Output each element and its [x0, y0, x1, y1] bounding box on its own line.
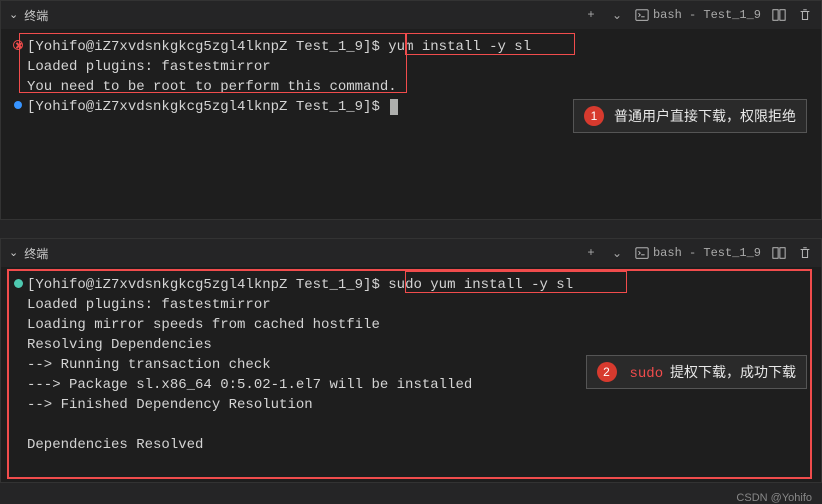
- command-text: yum install -y sl: [388, 39, 531, 55]
- output-line: Dependencies Resolved: [27, 435, 203, 455]
- split-terminal-button[interactable]: [771, 7, 787, 23]
- output-line: ---> Package sl.x86_64 0:5.02-1.el7 will…: [27, 375, 472, 395]
- output-line: You need to be root to perform this comm…: [27, 77, 397, 97]
- chevron-down-icon[interactable]: ⌄: [9, 246, 18, 260]
- shell-name[interactable]: bash - Test_1_9: [635, 8, 761, 22]
- output-line: --> Running transaction check: [27, 355, 271, 375]
- shell-name[interactable]: bash - Test_1_9: [635, 246, 761, 260]
- prompt: [Yohifo@iZ7xvdsnkgkcg5zgl4lknpZ Test_1_9…: [27, 39, 388, 55]
- prompt: [Yohifo@iZ7xvdsnkgkcg5zgl4lknpZ Test_1_9…: [27, 277, 388, 293]
- panel-title: 终端: [24, 7, 48, 24]
- output-line: Resolving Dependencies: [27, 335, 212, 355]
- cursor: [390, 99, 398, 115]
- new-terminal-button[interactable]: +: [583, 7, 599, 23]
- titlebar: ⌄ 终端 + ⌄ bash - Test_1_9: [1, 239, 821, 267]
- callout-number: 1: [584, 106, 604, 126]
- callout-number: 2: [597, 362, 617, 382]
- terminal-icon: [635, 8, 649, 22]
- terminal-icon: [635, 246, 649, 260]
- trash-icon[interactable]: [797, 245, 813, 261]
- callout-text: sudo 提权下载，成功下载: [627, 362, 797, 382]
- callout-2: 2 sudo 提权下载，成功下载: [586, 355, 808, 389]
- terminal-panel-1: ⌄ 终端 + ⌄ bash - Test_1_9 [Yohifo@iZ7xvds…: [0, 0, 822, 220]
- command-text: sudo yum install -y sl: [388, 277, 573, 293]
- sudo-keyword: sudo: [630, 366, 664, 382]
- split-terminal-button[interactable]: [771, 245, 787, 261]
- status-icon: [14, 279, 23, 288]
- terminal-panel-2: ⌄ 终端 + ⌄ bash - Test_1_9 [Yohifo@iZ7xvds…: [0, 238, 822, 483]
- dropdown-icon[interactable]: ⌄: [609, 245, 625, 261]
- status-icon: [14, 101, 22, 109]
- panel-title: 终端: [24, 245, 48, 262]
- chevron-down-icon[interactable]: ⌄: [9, 8, 18, 22]
- error-icon: [13, 40, 23, 50]
- callout-text: 普通用户直接下载，权限拒绝: [614, 106, 796, 126]
- titlebar: ⌄ 终端 + ⌄ bash - Test_1_9: [1, 1, 821, 29]
- dropdown-icon[interactable]: ⌄: [609, 7, 625, 23]
- trash-icon[interactable]: [797, 7, 813, 23]
- output-line: --> Finished Dependency Resolution: [27, 395, 313, 415]
- output-line: Loading mirror speeds from cached hostfi…: [27, 315, 380, 335]
- watermark: CSDN @Yohifo: [736, 492, 812, 504]
- prompt: [Yohifo@iZ7xvdsnkgkcg5zgl4lknpZ Test_1_9…: [27, 99, 388, 115]
- output-line: Loaded plugins: fastestmirror: [27, 57, 271, 77]
- output-line: Loaded plugins: fastestmirror: [27, 295, 271, 315]
- callout-1: 1 普通用户直接下载，权限拒绝: [573, 99, 807, 133]
- new-terminal-button[interactable]: +: [583, 245, 599, 261]
